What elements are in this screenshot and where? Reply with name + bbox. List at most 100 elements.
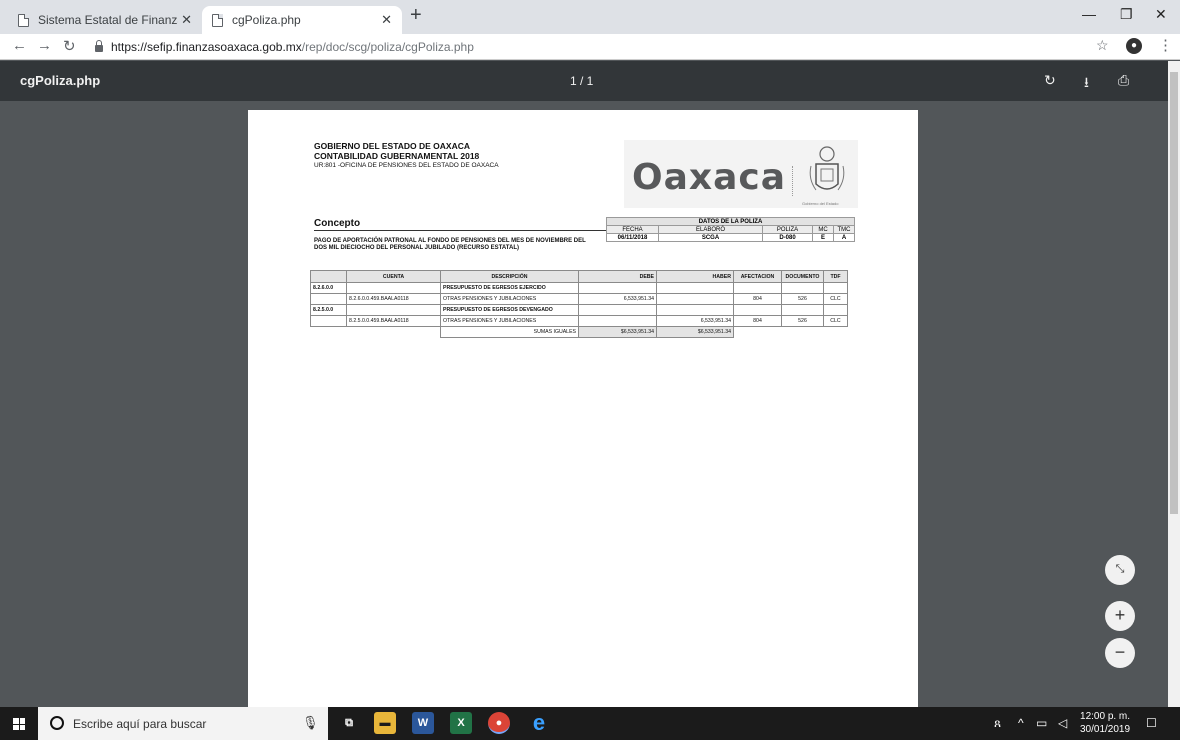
- cell-tdf: CLC: [823, 315, 848, 327]
- close-icon[interactable]: ✕: [181, 12, 192, 28]
- label-mc: MC: [812, 225, 834, 234]
- cortana-icon: [50, 716, 64, 730]
- cell-descripcion: PRESUPUESTO DE EGRESOS EJERCIDO: [440, 282, 579, 294]
- value-mc: E: [812, 233, 834, 242]
- edge-icon[interactable]: e: [528, 712, 550, 734]
- cell-cuenta: [346, 282, 441, 294]
- close-window-button[interactable]: ✕: [1155, 6, 1167, 23]
- fit-page-button[interactable]: ⤡: [1105, 555, 1135, 585]
- cell-haber: [656, 282, 734, 294]
- cell-debe: [578, 315, 657, 327]
- zoom-out-button[interactable]: −: [1105, 638, 1135, 668]
- word-icon[interactable]: W: [412, 712, 434, 734]
- sumas-row: SUMAS IGUALES $6,533,951.34 $6,533,951.3…: [311, 326, 848, 338]
- cell-tdf: CLC: [823, 293, 848, 305]
- notifications-icon[interactable]: ☐: [1146, 716, 1157, 730]
- cell-cuenta: 8.2.5.0.0.459.BAALA0118: [346, 315, 441, 327]
- bookmark-star-icon[interactable]: ☆: [1096, 37, 1109, 54]
- header-haber: HABER: [656, 270, 734, 283]
- restore-button[interactable]: ❐: [1120, 6, 1133, 23]
- clock-date: 30/01/2019: [1080, 724, 1131, 735]
- back-arrow-icon[interactable]: ←: [12, 37, 27, 54]
- menu-dots-icon[interactable]: ⋮: [1158, 36, 1173, 54]
- cell-haber: [656, 293, 734, 305]
- tab-label: Sistema Estatal de Finanzas Públic: [38, 13, 178, 27]
- header-documento: DOCUMENTO: [781, 270, 824, 283]
- header-debe: DEBE: [578, 270, 657, 283]
- profile-icon[interactable]: ●: [1126, 38, 1142, 54]
- label-elaboro: ELABORÓ: [658, 225, 763, 234]
- clock-time: 12:00 p. m.: [1080, 711, 1131, 722]
- people-icon[interactable]: ጸ: [994, 716, 1001, 731]
- taskbar: Escribe aquí para buscar 🎙 ⧉ ▬ W X ● e ጸ…: [0, 707, 1180, 740]
- volume-icon[interactable]: ◁: [1058, 716, 1067, 730]
- sumas-label: SUMAS IGUALES: [440, 326, 579, 338]
- scrollbar-thumb[interactable]: [1170, 72, 1178, 514]
- table-row: 8.2.5.0.0 PRESUPUESTO DE EGRESOS DEVENGA…: [310, 304, 848, 316]
- empty-cell: [311, 327, 347, 338]
- cell-haber: [656, 304, 734, 316]
- cell-group: 8.2.5.0.0: [310, 304, 347, 316]
- cell-debe: [578, 304, 657, 316]
- page-indicator: 1 / 1: [570, 74, 594, 88]
- tab-cgpoliza[interactable]: cgPoliza.php ✕: [202, 6, 402, 34]
- cell-debe: 6,533,951.34: [578, 293, 657, 305]
- header-cuenta: CUENTA: [346, 270, 441, 283]
- task-view-icon[interactable]: ⧉: [338, 712, 360, 734]
- cell-descripcion: OTRAS PENSIONES Y JUBILACIONES: [440, 293, 579, 305]
- header-descripcion: DESCRIPCIÓN: [440, 270, 579, 283]
- label-fecha: FECHA: [606, 225, 659, 234]
- value-tmc: A: [833, 233, 855, 242]
- label-tmc: TMC: [833, 225, 855, 234]
- close-icon[interactable]: ✕: [381, 12, 392, 28]
- new-tab-button[interactable]: +: [410, 4, 422, 27]
- cell-afectacion: 804: [733, 315, 782, 327]
- table-row: 8.2.6.0.0 PRESUPUESTO DE EGRESOS EJERCID…: [310, 282, 848, 294]
- document-icon: [212, 13, 223, 27]
- chrome-icon[interactable]: ●: [488, 712, 510, 734]
- cell-group: 8.2.6.0.0: [310, 282, 347, 294]
- header-line2: CONTABILIDAD GUBERNAMENTAL 2018: [314, 151, 480, 161]
- reload-icon[interactable]: ↻: [63, 37, 76, 55]
- forward-arrow-icon[interactable]: →: [37, 37, 52, 54]
- concepto-text: PAGO DE APORTACIÓN PATRONAL AL FONDO DE …: [314, 238, 586, 251]
- cell-descripcion: PRESUPUESTO DE EGRESOS DEVENGADO: [440, 304, 579, 316]
- cell-documento: 526: [781, 293, 824, 305]
- rotate-icon[interactable]: ↻: [1044, 72, 1056, 89]
- document-header: GOBIERNO DEL ESTADO DE OAXACA CONTABILID…: [314, 141, 499, 171]
- network-icon[interactable]: ▭: [1036, 716, 1047, 730]
- tab-strip: Sistema Estatal de Finanzas Públic ✕ cgP…: [0, 0, 1180, 34]
- print-icon[interactable]: ⎙: [1118, 72, 1129, 89]
- cell-tdf: [823, 304, 848, 316]
- cell-afectacion: [733, 304, 782, 316]
- value-elaboro: SCGA: [658, 233, 763, 242]
- sumas-haber: $6,533,951.34: [656, 326, 734, 338]
- tab-sistema-estatal[interactable]: Sistema Estatal de Finanzas Públic ✕: [8, 6, 202, 34]
- excel-icon[interactable]: X: [450, 712, 472, 734]
- sumas-debe: $6,533,951.34: [578, 326, 657, 338]
- taskbar-search-box[interactable]: Escribe aquí para buscar 🎙: [38, 707, 328, 740]
- movimientos-table: CUENTA DESCRIPCIÓN DEBE HABER AFECTACION…: [310, 270, 848, 338]
- empty-cell: [782, 327, 824, 338]
- table-row: 8.2.6.0.0.459.BAALA0118 OTRAS PENSIONES …: [310, 293, 848, 305]
- concepto-heading: Concepto: [314, 218, 606, 231]
- windows-start-icon[interactable]: [13, 718, 25, 730]
- value-fecha: 06/11/2018: [606, 233, 659, 242]
- cell-haber: 6,533,951.34: [656, 315, 734, 327]
- download-icon[interactable]: ⭳: [1084, 72, 1089, 96]
- address-bar[interactable]: https://sefip.finanzasoaxaca.gob.mx/rep/…: [90, 36, 1080, 58]
- oaxaca-logo: Oaxaca: [632, 157, 787, 198]
- pdf-toolbar: cgPoliza.php 1 / 1 ↻ ⭳ ⎙: [0, 61, 1168, 101]
- zoom-in-button[interactable]: +: [1105, 601, 1135, 631]
- file-explorer-icon[interactable]: ▬: [374, 712, 396, 734]
- system-clock[interactable]: 12:00 p. m. 30/01/2019: [1080, 710, 1130, 736]
- microphone-icon[interactable]: 🎙: [302, 715, 319, 731]
- minimize-button[interactable]: —: [1082, 6, 1096, 22]
- url-host: https://sefip.finanzasoaxaca.gob.mx: [111, 40, 302, 54]
- cell-tdf: [823, 282, 848, 294]
- header-tdf: TDF: [823, 270, 848, 283]
- header-line3: UR:801 -OFICINA DE PENSIONES DEL ESTADO …: [314, 162, 499, 169]
- lock-icon: [95, 40, 103, 52]
- chevron-up-icon[interactable]: ^: [1018, 716, 1024, 730]
- logo-divider: [792, 166, 793, 196]
